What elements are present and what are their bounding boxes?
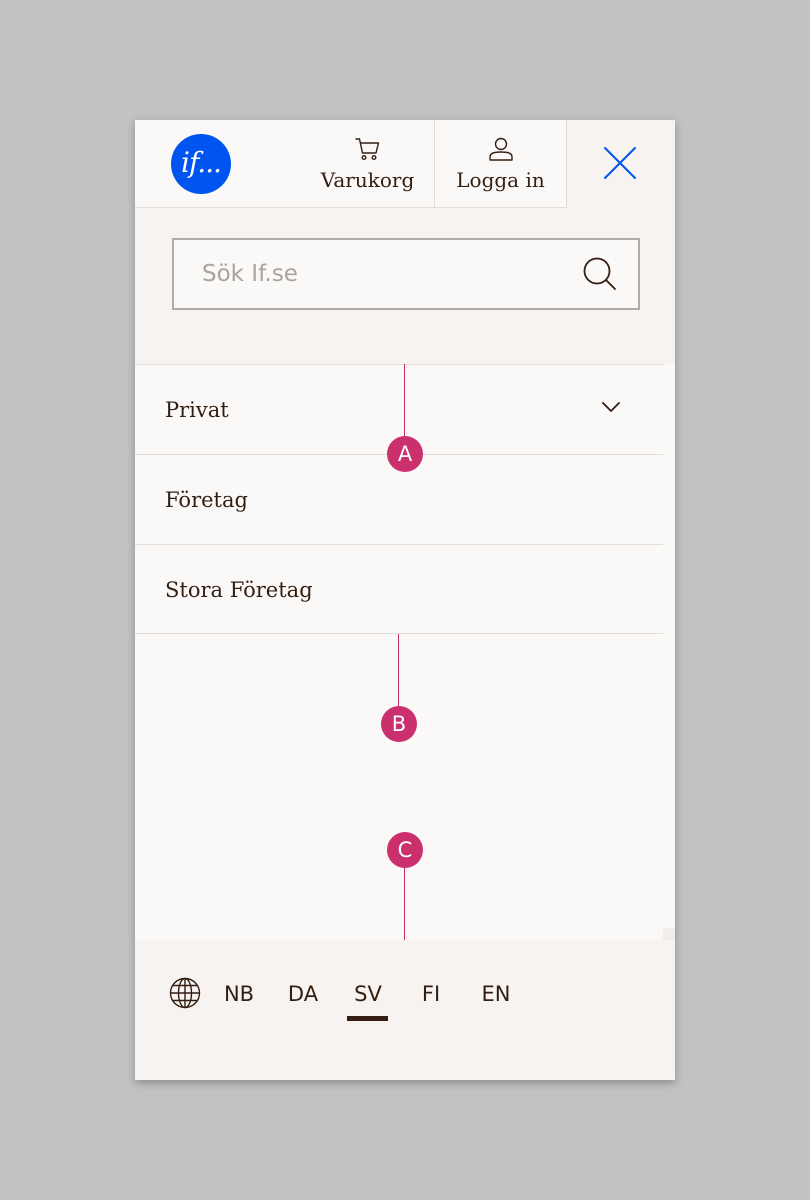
login-label: Logga in [456,168,545,192]
language-sv[interactable]: SV [346,980,390,1021]
search-field [172,238,640,310]
user-icon [488,137,513,161]
annotation-marker-b: B [381,706,417,742]
annotation-marker-a: A [387,436,423,472]
mobile-menu-panel: if... Varukorg Logga in Sök If.se Privat… [135,120,675,1080]
cart-label: Varukorg [320,168,415,192]
close-icon [604,147,636,179]
language-en[interactable]: EN [474,980,518,1008]
chevron-down-icon [602,402,620,412]
language-nb[interactable]: NB [217,980,261,1008]
header-bar: if... Varukorg Logga in [135,120,567,208]
login-button[interactable]: Logga in [435,120,567,208]
language-footer: NB DA SV FI EN [135,940,675,1080]
search-section [135,208,675,364]
language-da[interactable]: DA [281,980,325,1008]
language-fi[interactable]: FI [409,980,453,1008]
main-navigation: Privat Företag Stora Företag [135,364,663,634]
close-menu-button[interactable] [567,120,675,208]
nav-item-stora-foretag[interactable]: Stora Företag [135,544,663,634]
search-icon[interactable] [582,256,618,292]
cart-button[interactable]: Varukorg [301,120,435,208]
cart-icon [354,138,379,161]
nav-item-label: Privat [165,398,229,422]
annotation-marker-c: C [387,832,423,868]
scroll-corner [663,928,675,940]
globe-icon [169,977,201,1009]
search-input[interactable] [174,240,574,308]
header: if... Varukorg Logga in [135,120,675,208]
if-logo[interactable]: if... [171,134,231,194]
nav-item-label: Stora Företag [165,578,313,602]
nav-item-label: Företag [165,488,248,512]
